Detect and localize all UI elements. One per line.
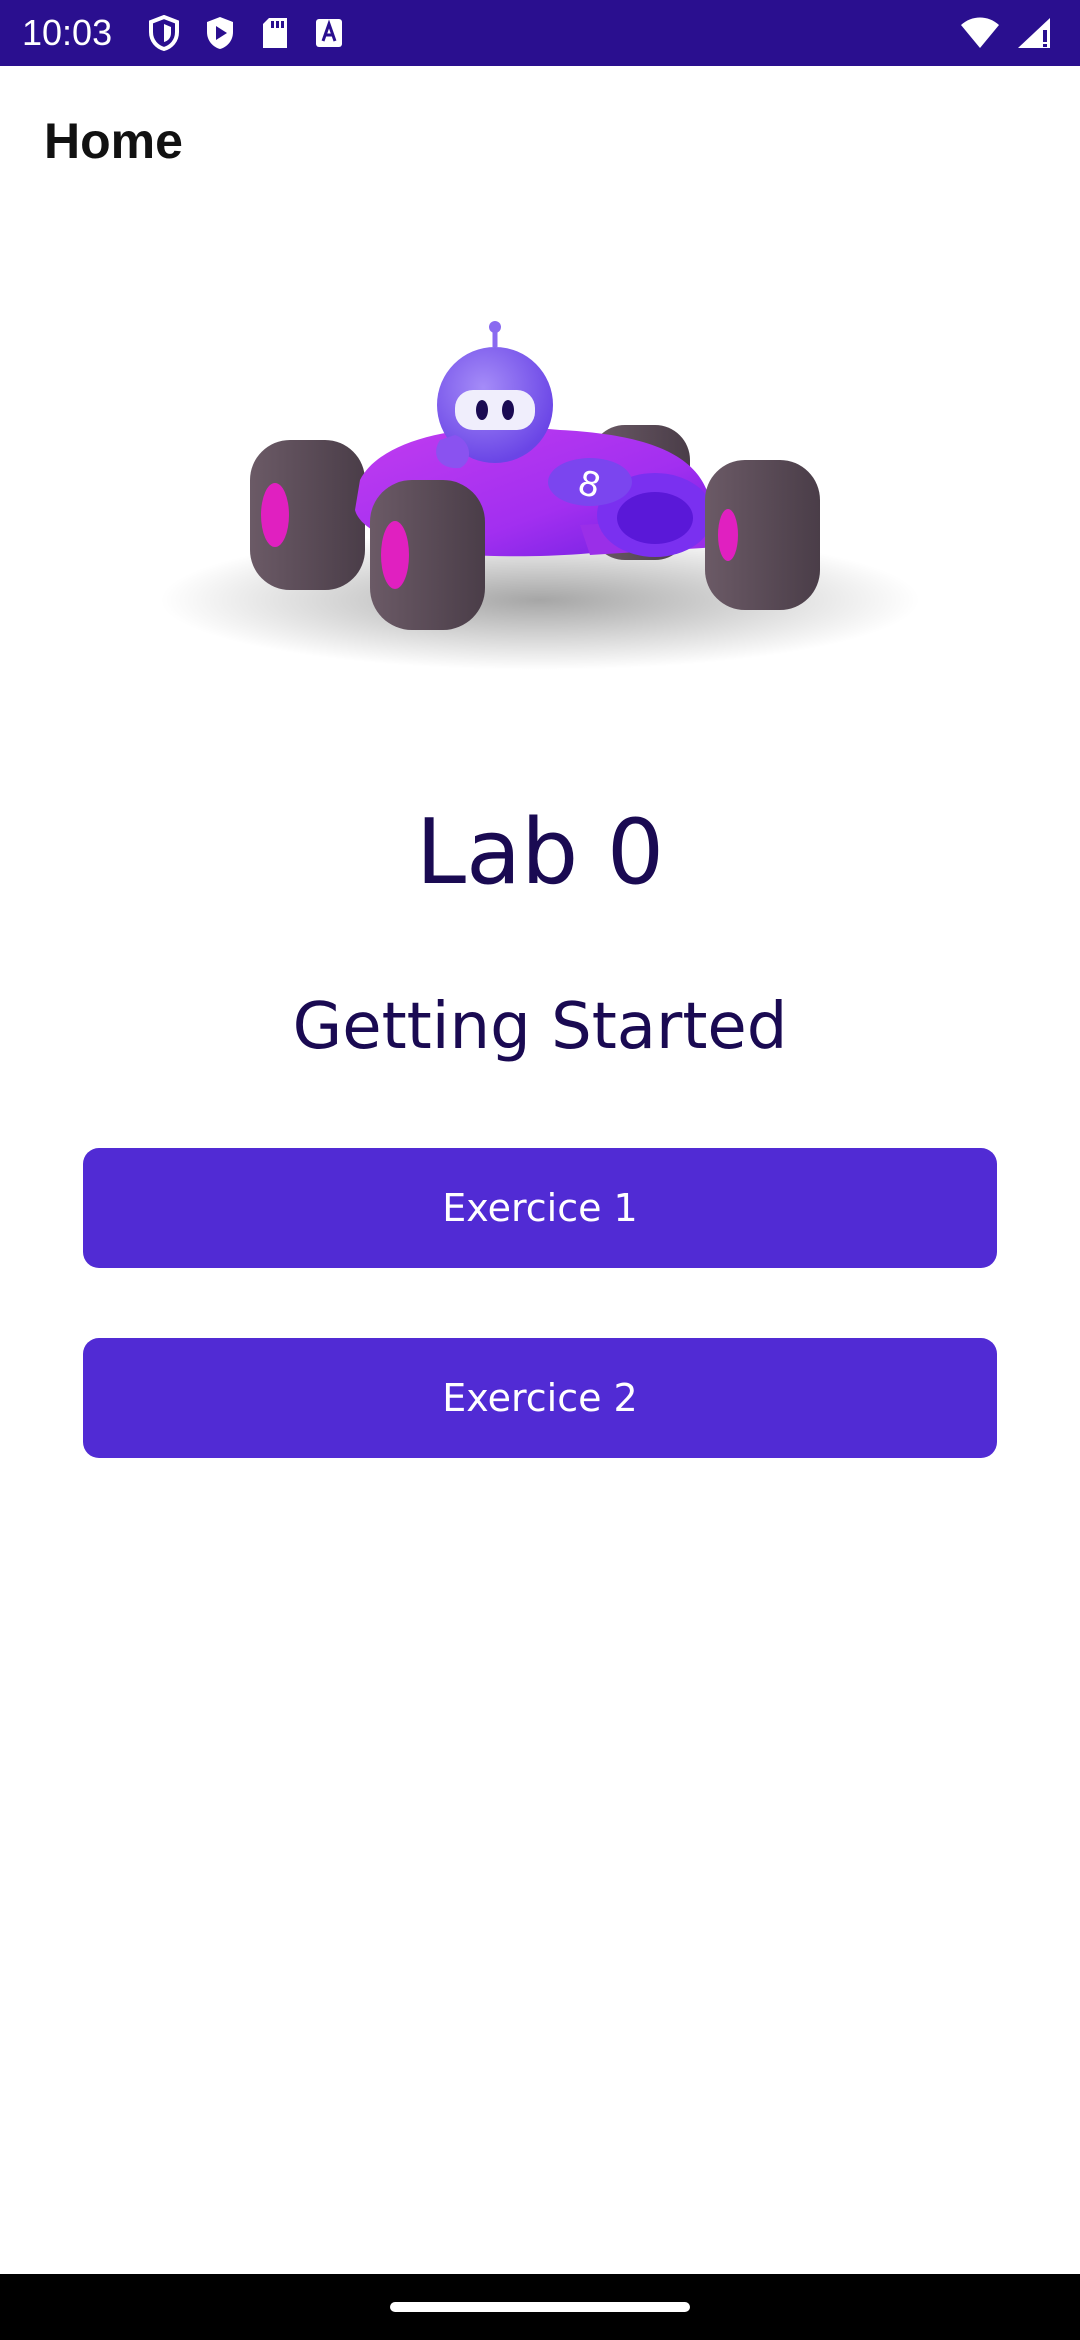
lab-subtitle: Getting Started [292,990,788,1064]
race-car-bot-illustration: 8 [140,300,940,710]
status-bar: 10:03 [0,0,1080,66]
signal-icon [1016,16,1052,50]
status-time: 10:03 [22,12,113,53]
status-icons-right [960,13,1052,53]
exercice-1-button[interactable]: Exercice 1 [83,1148,997,1268]
wifi-icon [960,16,1000,50]
lab-title: Lab 0 [415,800,665,905]
sd-card-icon [260,16,290,50]
exercice-2-button[interactable]: Exercice 2 [83,1338,997,1458]
play-store-icon [204,15,236,51]
shield-icon [148,15,180,51]
font-a-icon [314,16,344,50]
status-icons-left [148,13,344,53]
navigation-bar [0,2274,1080,2340]
app-bar: Home [0,66,1080,226]
page-title: Home [44,113,183,169]
home-gesture-handle[interactable] [390,2302,690,2312]
